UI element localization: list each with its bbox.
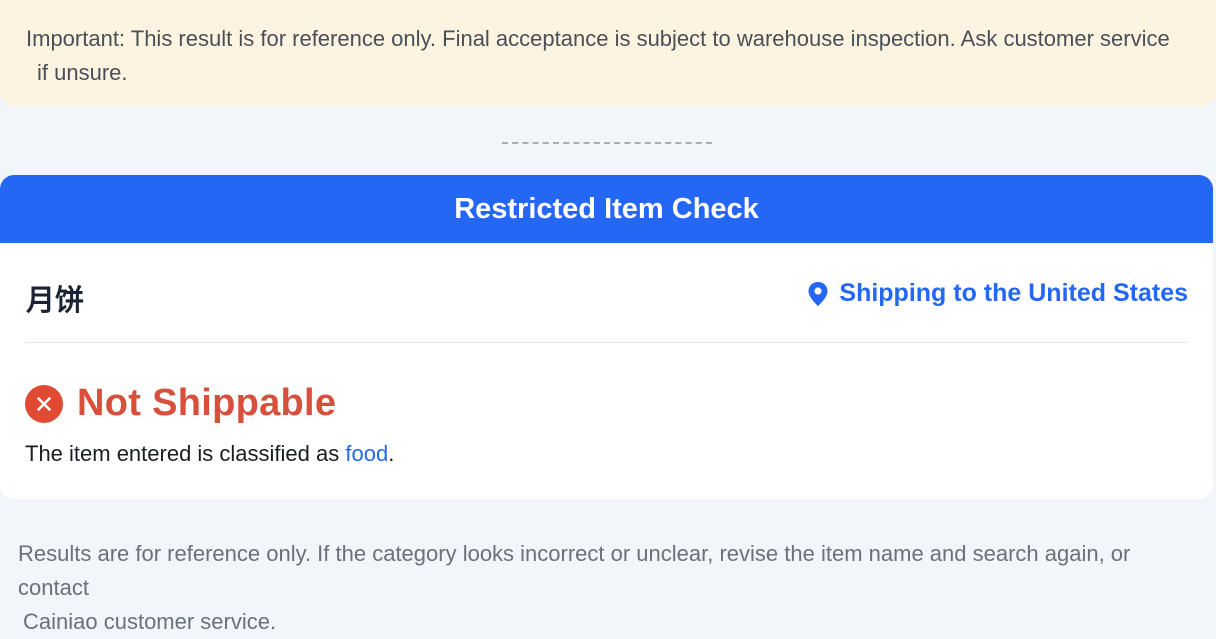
- close-circle-icon: [25, 384, 63, 423]
- shipping-destination-label: Shipping to the United States: [839, 279, 1188, 307]
- restricted-item-card: Restricted Item Check 月饼 Shipping to the…: [0, 175, 1213, 499]
- shipping-status: Not Shippable: [25, 382, 336, 425]
- notice-text-line1: Important: This result is for reference …: [26, 26, 1170, 51]
- classification-suffix: .: [388, 441, 395, 466]
- category-link[interactable]: food: [345, 441, 388, 466]
- dashed-divider: [502, 142, 712, 144]
- footer-text-line1: Results are for reference only. If the c…: [18, 541, 1131, 600]
- footer-text-line2: Cainiao customer service.: [23, 609, 277, 634]
- classification-prefix: The item entered is classified as: [25, 441, 346, 466]
- location-pin-icon: [808, 281, 828, 306]
- status-label: Not Shippable: [77, 382, 337, 424]
- section-divider: [25, 342, 1188, 343]
- item-row: 月饼 Shipping to the United States: [0, 243, 1213, 343]
- warning-notice: Important: This result is for reference …: [0, 0, 1216, 106]
- card-title: Restricted Item Check: [0, 175, 1213, 243]
- notice-text-line2: if unsure.: [37, 60, 128, 85]
- classification-text: The item entered is classified as food.: [25, 441, 394, 467]
- shipping-destination-link[interactable]: Shipping to the United States: [807, 279, 1188, 308]
- item-name: 月饼: [26, 283, 85, 317]
